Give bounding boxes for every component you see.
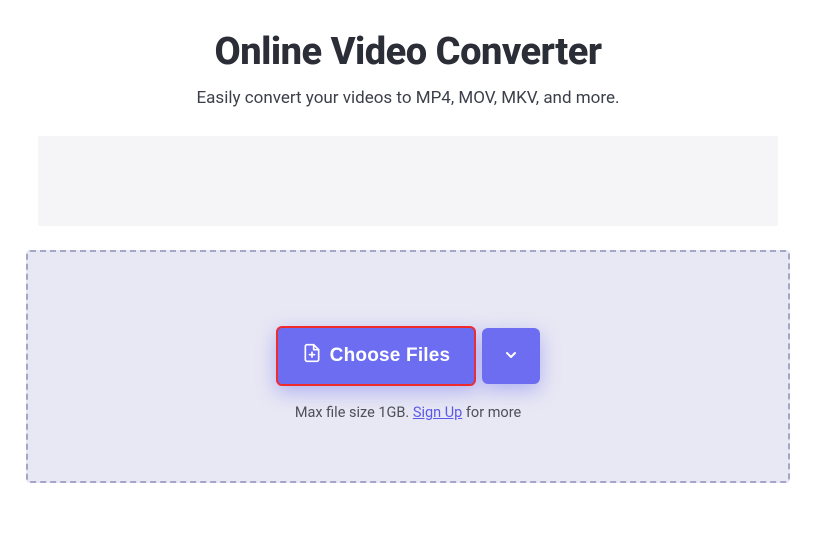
add-file-icon bbox=[302, 343, 322, 369]
choose-files-dropdown-button[interactable] bbox=[482, 328, 540, 384]
page-title: Online Video Converter bbox=[20, 30, 796, 74]
hint-suffix: for more bbox=[462, 404, 521, 421]
file-dropzone[interactable]: Choose Files Max file size 1GB. Sign Up … bbox=[26, 250, 790, 483]
hint-prefix: Max file size 1GB. bbox=[295, 404, 413, 421]
choose-files-label: Choose Files bbox=[330, 345, 451, 367]
button-row: Choose Files bbox=[48, 326, 768, 386]
chevron-down-icon bbox=[503, 347, 519, 366]
page-container: Online Video Converter Easily convert yo… bbox=[0, 0, 816, 483]
choose-files-button[interactable]: Choose Files bbox=[276, 326, 477, 386]
page-subtitle: Easily convert your videos to MP4, MOV, … bbox=[20, 88, 796, 108]
signup-link[interactable]: Sign Up bbox=[413, 404, 462, 421]
file-size-hint: Max file size 1GB. Sign Up for more bbox=[48, 404, 768, 421]
ad-banner-placeholder bbox=[38, 136, 778, 226]
